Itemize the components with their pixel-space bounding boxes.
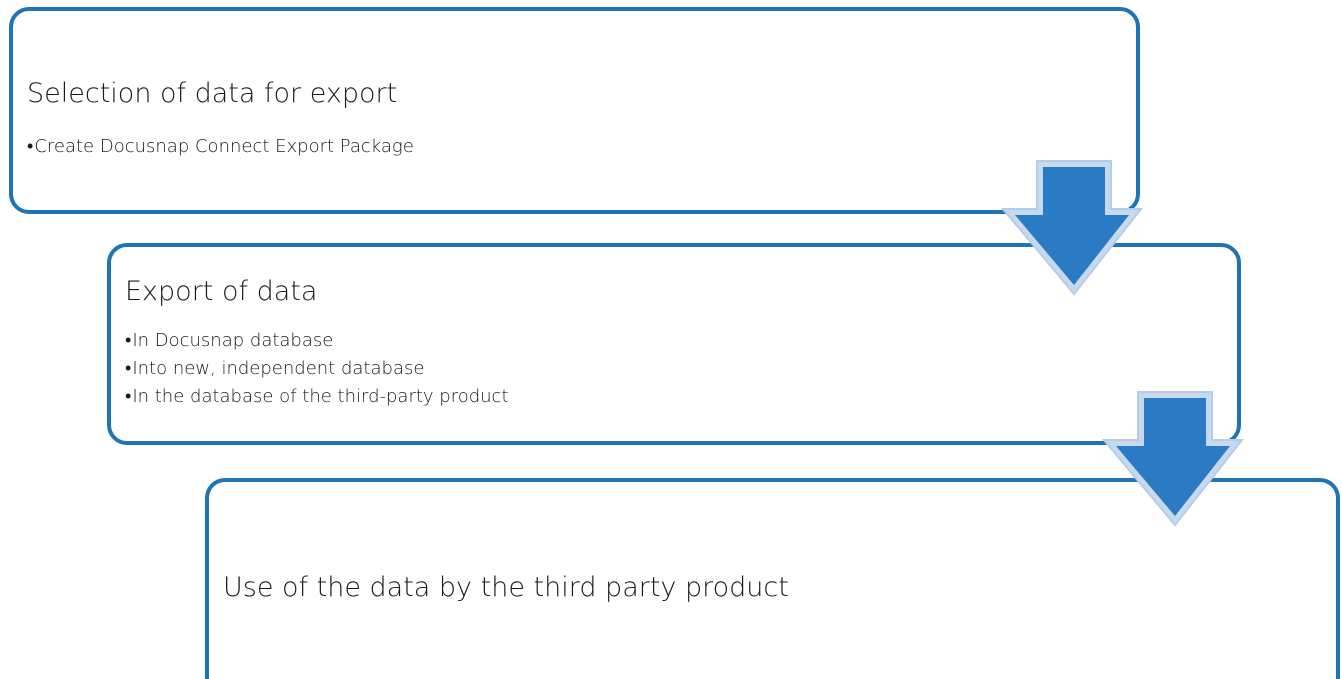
step-bullet-item: In the database of the third-party produ… xyxy=(125,383,508,411)
step-bullet-item: Into new, independent database xyxy=(125,355,509,383)
step-title: Use of the data by the third party produ… xyxy=(223,572,789,603)
step-box-selection: Selection of data for export Create Docu… xyxy=(9,7,1140,214)
down-arrow-icon xyxy=(1101,391,1245,527)
step-title: Selection of data for export xyxy=(27,78,398,109)
process-diagram: Selection of data for export Create Docu… xyxy=(0,0,1342,679)
step-bullet-list: Create Docusnap Connect Export Package xyxy=(27,133,413,161)
step-bullet-list: In Docusnap database Into new, independe… xyxy=(125,327,509,411)
down-arrow-icon xyxy=(1000,160,1144,296)
step-bullet-item: Create Docusnap Connect Export Package xyxy=(27,133,413,161)
step-title: Export of data xyxy=(125,276,318,307)
step-bullet-item: In Docusnap database xyxy=(125,327,509,355)
